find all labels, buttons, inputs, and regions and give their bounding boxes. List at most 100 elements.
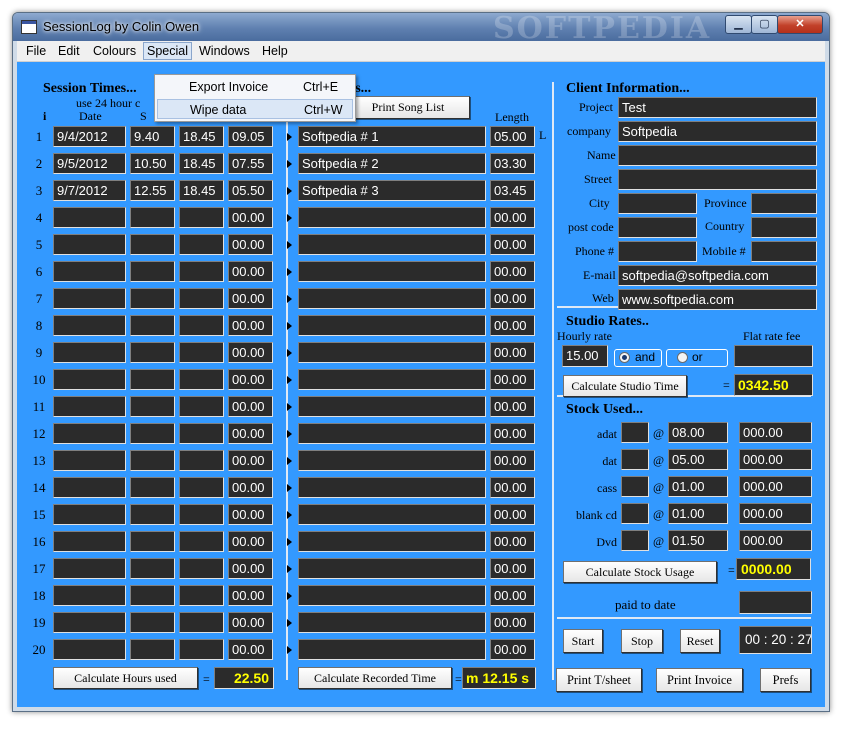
stock-qty-field[interactable] (621, 422, 649, 443)
menu-help[interactable]: Help (259, 43, 291, 59)
session-date-field[interactable] (53, 423, 126, 444)
song-length-field[interactable]: 00.00 (490, 477, 535, 498)
session-start-field[interactable] (130, 396, 175, 417)
stock-qty-field[interactable] (621, 530, 649, 551)
phone-field[interactable] (618, 241, 697, 262)
song-title-field[interactable] (298, 639, 486, 660)
song-length-field[interactable]: 05.00 (490, 126, 535, 147)
session-start-field[interactable]: 12.55 (130, 180, 175, 201)
session-end-field[interactable] (179, 207, 224, 228)
song-length-field[interactable]: 00.00 (490, 342, 535, 363)
session-end-field[interactable] (179, 612, 224, 633)
session-start-field[interactable] (130, 369, 175, 390)
session-end-field[interactable] (179, 288, 224, 309)
close-button[interactable]: ✕ (777, 15, 823, 34)
stock-price-field[interactable]: 01.00 (668, 503, 728, 524)
song-title-field[interactable]: Softpedia # 3 (298, 180, 486, 201)
song-length-field[interactable]: 00.00 (490, 531, 535, 552)
print-invoice-button[interactable]: Print Invoice (656, 668, 743, 692)
country-field[interactable] (751, 217, 817, 238)
session-start-field[interactable] (130, 639, 175, 660)
menu-colours[interactable]: Colours (90, 43, 139, 59)
city-field[interactable] (618, 193, 697, 214)
session-date-field[interactable] (53, 261, 126, 282)
session-start-field[interactable] (130, 315, 175, 336)
session-date-field[interactable] (53, 450, 126, 471)
session-date-field[interactable]: 9/5/2012 (53, 153, 126, 174)
song-title-field[interactable] (298, 288, 486, 309)
menu-edit[interactable]: Edit (55, 43, 83, 59)
province-field[interactable] (751, 193, 817, 214)
song-length-field[interactable]: 00.00 (490, 234, 535, 255)
session-start-field[interactable] (130, 504, 175, 525)
session-start-field[interactable] (130, 261, 175, 282)
calculate-recorded-time-button[interactable]: Calculate Recorded Time (298, 667, 452, 689)
session-date-field[interactable] (53, 558, 126, 579)
menu-file[interactable]: File (23, 43, 49, 59)
song-title-field[interactable]: Softpedia # 2 (298, 153, 486, 174)
song-title-field[interactable] (298, 612, 486, 633)
song-length-field[interactable]: 00.00 (490, 450, 535, 471)
stock-qty-field[interactable] (621, 476, 649, 497)
song-title-field[interactable] (298, 531, 486, 552)
session-end-field[interactable] (179, 234, 224, 255)
song-length-field[interactable]: 00.00 (490, 585, 535, 606)
session-end-field[interactable] (179, 585, 224, 606)
session-end-field[interactable] (179, 342, 224, 363)
song-title-field[interactable] (298, 369, 486, 390)
wipe-data-menu-item[interactable]: Wipe data Ctrl+W (157, 99, 353, 119)
stock-price-field[interactable]: 01.00 (668, 476, 728, 497)
song-title-field[interactable] (298, 342, 486, 363)
session-end-field[interactable] (179, 477, 224, 498)
session-end-field[interactable] (179, 450, 224, 471)
session-end-field[interactable] (179, 504, 224, 525)
session-start-field[interactable] (130, 450, 175, 471)
street-field[interactable] (618, 169, 817, 190)
session-end-field[interactable] (179, 261, 224, 282)
song-title-field[interactable] (298, 396, 486, 417)
session-start-field[interactable] (130, 558, 175, 579)
stock-price-field[interactable]: 01.50 (668, 530, 728, 551)
hourly-rate-field[interactable]: 15.00 (562, 345, 608, 367)
email-field[interactable]: softpedia@softpedia.com (618, 265, 817, 286)
song-length-field[interactable]: 03.30 (490, 153, 535, 174)
company-field[interactable]: Softpedia (618, 121, 817, 142)
minimize-button[interactable]: ▁ (725, 15, 752, 34)
session-date-field[interactable] (53, 612, 126, 633)
session-date-field[interactable] (53, 585, 126, 606)
session-date-field[interactable] (53, 369, 126, 390)
song-title-field[interactable] (298, 450, 486, 471)
session-end-field[interactable] (179, 369, 224, 390)
song-title-field[interactable] (298, 585, 486, 606)
name-field[interactable] (618, 145, 817, 166)
song-title-field[interactable] (298, 261, 486, 282)
song-length-field[interactable]: 00.00 (490, 558, 535, 579)
or-radio[interactable] (677, 352, 688, 363)
timer-start-button[interactable]: Start (563, 629, 603, 653)
timer-reset-button[interactable]: Reset (680, 629, 720, 653)
session-date-field[interactable] (53, 288, 126, 309)
session-date-field[interactable] (53, 396, 126, 417)
song-length-field[interactable]: 00.00 (490, 315, 535, 336)
session-start-field[interactable] (130, 477, 175, 498)
app-icon[interactable] (21, 20, 37, 34)
timer-stop-button[interactable]: Stop (621, 629, 663, 653)
song-title-field[interactable] (298, 315, 486, 336)
session-end-field[interactable] (179, 396, 224, 417)
menu-windows[interactable]: Windows (196, 43, 253, 59)
session-start-field[interactable]: 10.50 (130, 153, 175, 174)
song-title-field[interactable] (298, 207, 486, 228)
song-title-field[interactable]: Softpedia # 1 (298, 126, 486, 147)
prefs-button[interactable]: Prefs (760, 668, 811, 692)
session-date-field[interactable] (53, 234, 126, 255)
session-start-field[interactable] (130, 612, 175, 633)
session-end-field[interactable] (179, 423, 224, 444)
calculate-stock-usage-button[interactable]: Calculate Stock Usage (563, 561, 717, 583)
project-field[interactable]: Test (618, 97, 817, 118)
song-length-field[interactable]: 03.45 (490, 180, 535, 201)
and-radio[interactable] (619, 352, 630, 363)
print-song-list-button[interactable]: Print Song List (346, 96, 470, 119)
session-end-field[interactable] (179, 315, 224, 336)
session-date-field[interactable] (53, 477, 126, 498)
song-length-field[interactable]: 00.00 (490, 207, 535, 228)
